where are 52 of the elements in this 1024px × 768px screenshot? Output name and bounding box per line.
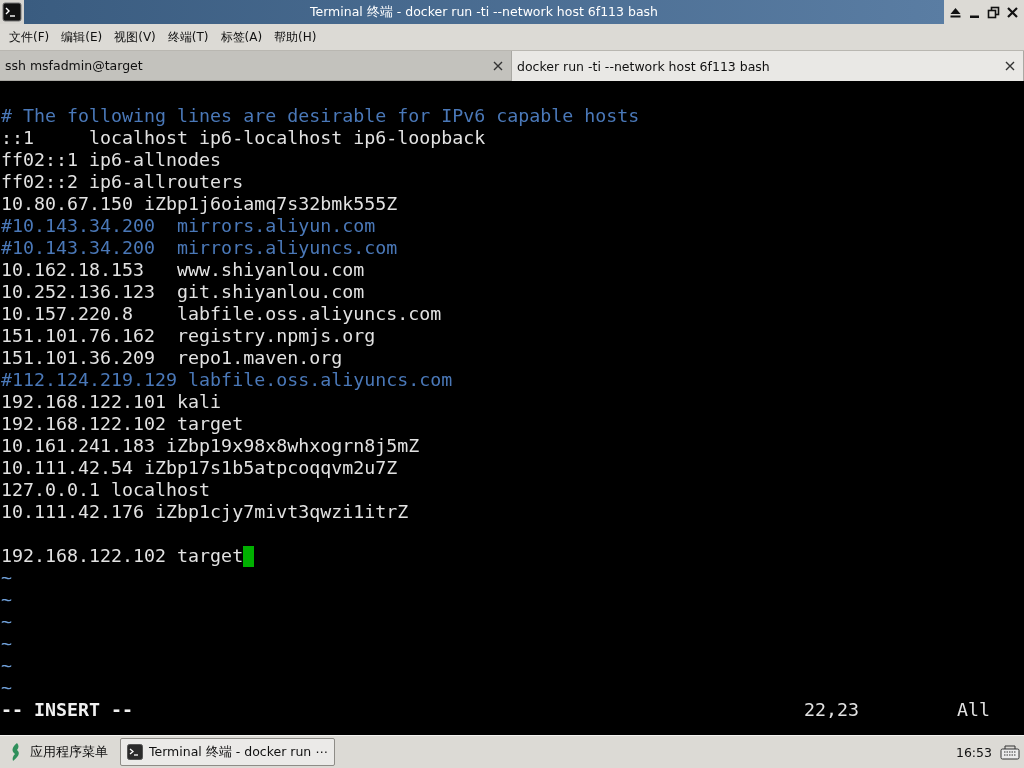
menu-item[interactable]: 标签(A) <box>217 26 266 48</box>
scroll-position: All <box>956 699 990 721</box>
menu-item[interactable]: 视图(V) <box>111 26 159 48</box>
code-line: 192.168.122.102 target <box>1 413 244 435</box>
code-line: 10.161.241.183 iZbp19x98x8whxogrn8j5mZ <box>1 435 420 457</box>
menu-item[interactable]: 终端(T) <box>164 26 212 48</box>
code-line: 10.162.18.153 www.shiyanlou.com <box>1 259 365 281</box>
close-icon[interactable] <box>1006 5 1019 19</box>
comment-line: #10.143.34.200 mirrors.aliyuncs.com <box>1 237 398 259</box>
code-line: 192.168.122.102 target <box>1 545 244 567</box>
close-icon[interactable] <box>493 60 503 71</box>
code-line: ff02::1 ip6-allnodes <box>1 149 222 171</box>
comment-line: #10.143.34.200 mirrors.aliyun.com <box>1 215 376 237</box>
code-line: 192.168.122.101 kali <box>1 391 222 413</box>
empty-line-marker: ~ <box>1 655 12 677</box>
start-menu-button[interactable]: 应用程序菜单 <box>6 738 112 766</box>
code-line: 151.101.76.162 registry.npmjs.org <box>1 325 376 347</box>
code-line: 127.0.0.1 localhost <box>1 479 211 501</box>
code-line: 10.111.42.54 iZbp17s1b5atpcoqqvm2u7Z <box>1 457 398 479</box>
maximize-icon[interactable] <box>987 5 1000 19</box>
code-line: 10.80.67.150 iZbp1j6oiamq7s32bmk555Z <box>1 193 398 215</box>
terminal-icon[interactable] <box>0 0 24 24</box>
code-line: 151.101.36.209 repo1.maven.org <box>1 347 343 369</box>
code-line: ff02::2 ip6-allrouters <box>1 171 244 193</box>
comment-line: #112.124.219.129 labfile.oss.aliyuncs.com <box>1 369 453 391</box>
taskbar-window-button[interactable]: Terminal 终端 - docker run ⋯ <box>120 738 335 766</box>
editor-mode: -- INSERT -- <box>1 699 134 721</box>
close-icon[interactable] <box>1005 61 1015 71</box>
terminal-tab[interactable]: ssh msfadmin@target <box>0 51 512 81</box>
shade-icon[interactable] <box>949 5 962 19</box>
cursor-position: 22,23 <box>804 699 860 721</box>
empty-line-marker: ~ <box>1 567 12 589</box>
code-line: 10.252.136.123 git.shiyanlou.com <box>1 281 365 303</box>
keyboard-icon[interactable] <box>1000 744 1020 760</box>
empty-line-marker: ~ <box>1 633 12 655</box>
tab-label: ssh msfadmin@target <box>5 58 143 73</box>
menu-item[interactable]: 帮助(H) <box>271 26 320 48</box>
leaf-icon <box>10 743 22 761</box>
empty-line-marker: ~ <box>1 611 12 633</box>
menu-item[interactable]: 编辑(E) <box>58 26 106 48</box>
empty-line-marker: ~ <box>1 589 12 611</box>
code-line: ::1 localhost ip6-localhost ip6-loopback <box>1 127 486 149</box>
terminal-tab[interactable]: docker run -ti --network host 6f113 bash <box>512 51 1024 81</box>
code-line: 10.111.42.176 iZbp1cjy7mivt3qwzi1itrZ <box>1 501 409 523</box>
clock: 16:53 <box>955 744 992 760</box>
comment-line: # The following lines are desirable for IPv6 capable hosts <box>1 105 640 127</box>
terminal-icon <box>127 744 143 760</box>
empty-line-marker: ~ <box>1 677 12 699</box>
code-line: 10.157.220.8 labfile.oss.aliyuncs.com <box>1 303 442 325</box>
window-title: Terminal 终端 - docker run -ti --network host 6f113 bash <box>309 3 659 21</box>
tab-label: docker run -ti --network host 6f113 bash <box>517 58 770 74</box>
menu-item[interactable]: 文件(F) <box>6 26 53 48</box>
